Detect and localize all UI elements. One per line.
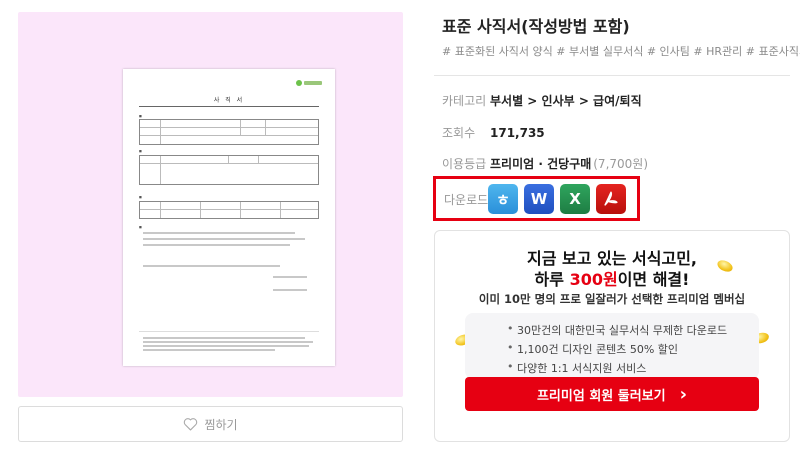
excel-download-button[interactable]: X [560,184,590,214]
category-value[interactable]: 부서별 > 인사부 > 급여/퇴직 [490,92,642,109]
premium-promo-card: 지금 보고 있는 서식고민, 하루 300원이면 해결! 이미 10만 명의 프… [434,230,790,442]
grade-value: 프리미엄 · 건당구매 [490,157,592,171]
section-marker: ■ [139,195,142,199]
views-row: 조회수 171,735 [442,124,545,141]
footnote-line [143,337,305,339]
document-preview-area[interactable]: 사 직 서 ■ ■ ■ ■ [18,12,403,397]
hwp-icon: ㅎ [496,190,510,209]
download-label: 다운로드 [444,193,489,207]
grade-row: 이용등급 프리미엄 · 건당구매 (7,700원) [442,155,648,172]
benefit-item: 1,100건 디자인 콘텐츠 50% 할인 [507,341,759,360]
signature-line [273,289,307,291]
section-marker: ■ [139,225,142,229]
footnote-line [143,345,309,347]
chevron-right-icon: › [679,383,688,405]
approval-table [139,201,319,219]
document-title: 사 직 서 [213,97,245,104]
like-label: 찜하기 [204,417,238,432]
premium-membership-button[interactable]: 프리미엄 회원 둘러보기 › [465,377,759,411]
word-icon: W [530,190,548,208]
footnote-line [143,349,275,351]
promo-price: 300원 [569,270,618,289]
footnote-line [143,341,313,343]
section-marker: ■ [139,149,142,153]
product-title: 표준 사직서(작성방법 포함) [442,17,630,36]
cta-label: 프리미엄 회원 둘러보기 [536,388,666,404]
text-line [143,238,305,240]
download-section: 다운로드 ㅎ W X [433,176,640,221]
grade-label: 이용등급 [442,157,487,171]
pdf-download-button[interactable] [596,184,626,214]
promo-headline-price: 하루 300원이면 해결! [435,266,789,290]
benefit-list: 30만건의 대한민국 실무서식 무제한 다운로드 1,100건 디자인 콘텐츠 … [465,313,759,379]
document-thumbnail: 사 직 서 ■ ■ ■ ■ [123,69,335,366]
promo-price-prefix: 하루 [534,270,570,289]
date-line [273,276,307,278]
like-button[interactable]: 찜하기 [18,406,403,442]
text-line [143,244,290,246]
pdf-icon [604,191,618,206]
info-divider [434,75,790,76]
personal-info-table [139,119,319,145]
footer-divider [139,331,319,332]
section-marker: ■ [139,114,142,118]
word-download-button[interactable]: W [524,184,554,214]
brand-logo-icon [296,80,322,86]
category-row: 카테고리 부서별 > 인사부 > 급여/퇴직 [442,92,642,109]
excel-icon: X [569,190,581,208]
resignation-info-table [139,155,319,185]
hwp-download-button[interactable]: ㅎ [488,184,518,214]
promo-subtitle: 이미 10만 명의 프로 일잘러가 선택한 프리미엄 멤버십 [478,292,746,306]
grade-price: (7,700원) [593,157,649,171]
heart-icon [184,418,198,431]
promo-price-suffix: 이면 해결! [617,270,690,289]
benefit-item: 30만건의 대한민국 실무서식 무제한 다운로드 [507,322,759,341]
views-value: 171,735 [490,125,545,140]
category-label: 카테고리 [442,94,487,108]
views-label: 조회수 [442,126,476,140]
title-divider [139,106,319,107]
product-tags[interactable]: # 표준화된 사직서 양식 # 부서별 실무서식 # 인사팀 # HR관리 # … [442,43,800,59]
text-line [143,265,280,267]
text-line [143,232,295,234]
